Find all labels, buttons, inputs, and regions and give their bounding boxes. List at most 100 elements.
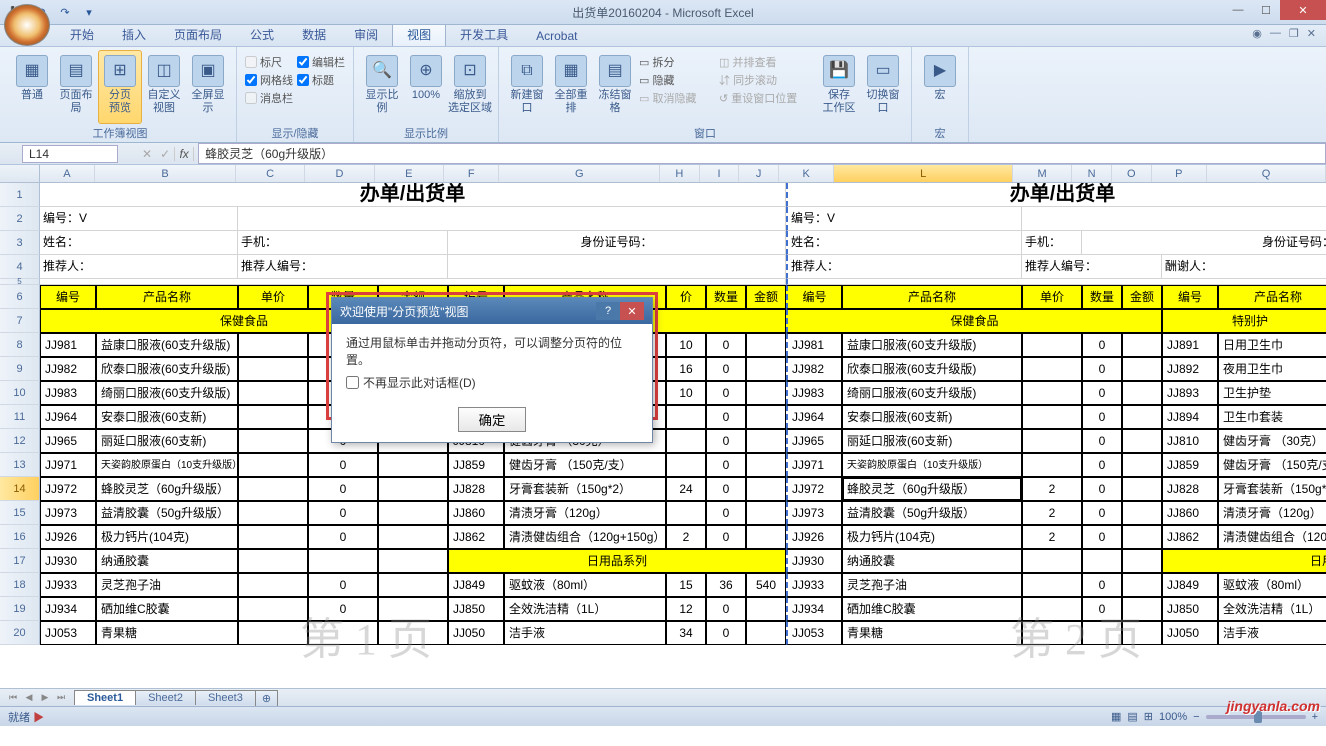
tab-acrobat[interactable]: Acrobat [522,26,591,46]
macros-button[interactable]: ▶宏 [918,50,962,124]
help-icon[interactable]: ◉ [1252,27,1262,40]
col-header-P[interactable]: P [1152,165,1208,182]
col-header-H[interactable]: H [660,165,700,182]
pagelayout-view-button[interactable]: ▤页面布局 [54,50,98,124]
unhide-button[interactable]: ▭ 取消隐藏 [639,90,715,106]
qat-dropdown-icon[interactable]: ▾ [78,2,100,22]
cell[interactable]: 手机： [1022,231,1082,255]
col-header-B[interactable]: B [95,165,236,182]
fx-button[interactable]: fx [174,147,194,161]
new-sheet-button[interactable]: ⊕ [255,690,278,706]
zoom100-button[interactable]: ⊕100% [404,50,448,124]
arrangeall-button[interactable]: ▦全部重排 [549,50,593,124]
col-header-Q[interactable]: Q [1207,165,1326,182]
col-header-A[interactable]: A [40,165,96,182]
view-shortcut-layout[interactable]: ▤ [1127,710,1137,723]
tab-prev-icon[interactable]: ◀ [22,691,36,705]
cell[interactable] [238,207,786,231]
custom-view-button[interactable]: ◫自定义 视图 [142,50,186,124]
dialog-help-button[interactable]: ? [596,302,620,320]
tab-next-icon[interactable]: ▶ [38,691,52,705]
zoom-button[interactable]: 🔍显示比例 [360,50,404,124]
tab-formulas[interactable]: 公式 [236,23,288,46]
doc-close-button[interactable]: ✕ [1307,27,1316,40]
ruler-checkbox[interactable]: 标尺 [245,54,293,70]
sheet-tab-2[interactable]: Sheet2 [135,690,196,705]
col-header-C[interactable]: C [236,165,305,182]
fullscreen-button[interactable]: ▣全屏显示 [186,50,230,124]
cell[interactable]: 推荐人： [40,255,238,279]
cell[interactable]: 身份证号码： [448,231,786,255]
resetpos-button[interactable]: ↺ 重设窗口位置 [719,90,815,106]
row-header[interactable]: 1 [0,183,40,207]
col-header-I[interactable]: I [700,165,740,182]
view-shortcut-normal[interactable]: ▦ [1111,710,1121,723]
col-header-M[interactable]: M [1013,165,1072,182]
cell[interactable]: 推荐人编号： [1022,255,1162,279]
col-header-G[interactable]: G [499,165,660,182]
cell[interactable]: 手机： [238,231,448,255]
tab-pagelayout[interactable]: 页面布局 [160,23,236,46]
freeze-button[interactable]: ▤冻结窗格 [593,50,637,124]
maximize-button[interactable]: ☐ [1252,0,1280,20]
split-button[interactable]: ▭ 拆分 [639,54,715,70]
close-button[interactable]: ✕ [1280,0,1326,20]
formulabar-checkbox[interactable]: 编辑栏 [297,54,345,70]
dialog-close-button[interactable]: ✕ [620,302,644,320]
normal-view-button[interactable]: ▦普通 [10,50,54,124]
switchwindow-button[interactable]: ▭切换窗口 [861,50,905,124]
select-all-corner[interactable] [0,165,40,182]
tab-first-icon[interactable]: ⏮ [6,691,20,705]
col-header-N[interactable]: N [1072,165,1112,182]
view-shortcut-pagebreak[interactable]: ⊞ [1144,710,1153,723]
group-macros: 宏 [918,124,962,142]
cell[interactable]: 酬谢人： [1162,255,1326,279]
zoom-out-button[interactable]: − [1193,711,1199,723]
formula-input[interactable]: 蜂胶灵芝（60g升级版） [198,143,1326,164]
tab-data[interactable]: 数据 [288,23,340,46]
messagebar-checkbox[interactable]: 消息栏 [245,90,293,106]
syncscroll-button[interactable]: ⇵ 同步滚动 [719,72,815,88]
tab-dev[interactable]: 开发工具 [446,23,522,46]
col-header-D[interactable]: D [305,165,374,182]
name-box[interactable]: L14 [22,145,118,163]
tab-last-icon[interactable]: ⏭ [54,691,68,705]
doc-minimize-button[interactable]: — [1270,27,1281,40]
col-header-E[interactable]: E [375,165,444,182]
col-header-F[interactable]: F [444,165,500,182]
tab-review[interactable]: 审阅 [340,23,392,46]
redo-icon[interactable]: ↷ [54,2,76,22]
cell[interactable]: 姓名： [40,231,238,255]
zoom-slider[interactable] [1206,715,1306,719]
zoom-selection-button[interactable]: ⊡缩放到 选定区域 [448,50,492,124]
newwindow-button[interactable]: ⧉新建窗口 [505,50,549,124]
sheet-tab-1[interactable]: Sheet1 [74,690,136,705]
col-header-O[interactable]: O [1112,165,1152,182]
doc-restore-button[interactable]: ❐ [1289,27,1299,40]
minimize-button[interactable]: — [1224,0,1252,20]
hide-button[interactable]: ▭ 隐藏 [639,72,715,88]
spreadsheet-grid[interactable]: ABCDEFGHIJKLMNOPQ 1办单/出货单办单/出货单2编号：V编号：V… [0,165,1326,688]
sidebyside-button[interactable]: ◫ 并排查看 [719,54,815,70]
cell[interactable]: 推荐人编号： [238,255,448,279]
pagebreak-preview-button[interactable]: ⊞分页 预览 [98,50,142,124]
col-header-J[interactable]: J [739,165,779,182]
saveworkspace-button[interactable]: 💾保存 工作区 [817,50,861,124]
macro-record-icon[interactable]: ▶ [33,712,44,724]
tab-home[interactable]: 开始 [56,23,108,46]
cell[interactable]: 编号：V [40,207,238,231]
cell[interactable] [1022,207,1326,231]
tab-view[interactable]: 视图 [392,22,446,46]
cell[interactable]: 身份证号码： [1082,231,1326,255]
col-header-L[interactable]: L [834,165,1012,182]
gridlines-checkbox[interactable]: 网格线 [245,72,293,88]
tab-insert[interactable]: 插入 [108,23,160,46]
dont-show-checkbox[interactable]: 不再显示此对话框(D) [346,374,638,391]
zoom-level[interactable]: 100% [1159,711,1187,723]
col-header-K[interactable]: K [779,165,835,182]
dialog-ok-button[interactable]: 确定 [458,407,527,432]
office-button[interactable] [4,4,50,46]
sheet-tab-3[interactable]: Sheet3 [195,690,256,705]
headings-checkbox[interactable]: 标题 [297,72,345,88]
cell[interactable] [448,255,786,279]
